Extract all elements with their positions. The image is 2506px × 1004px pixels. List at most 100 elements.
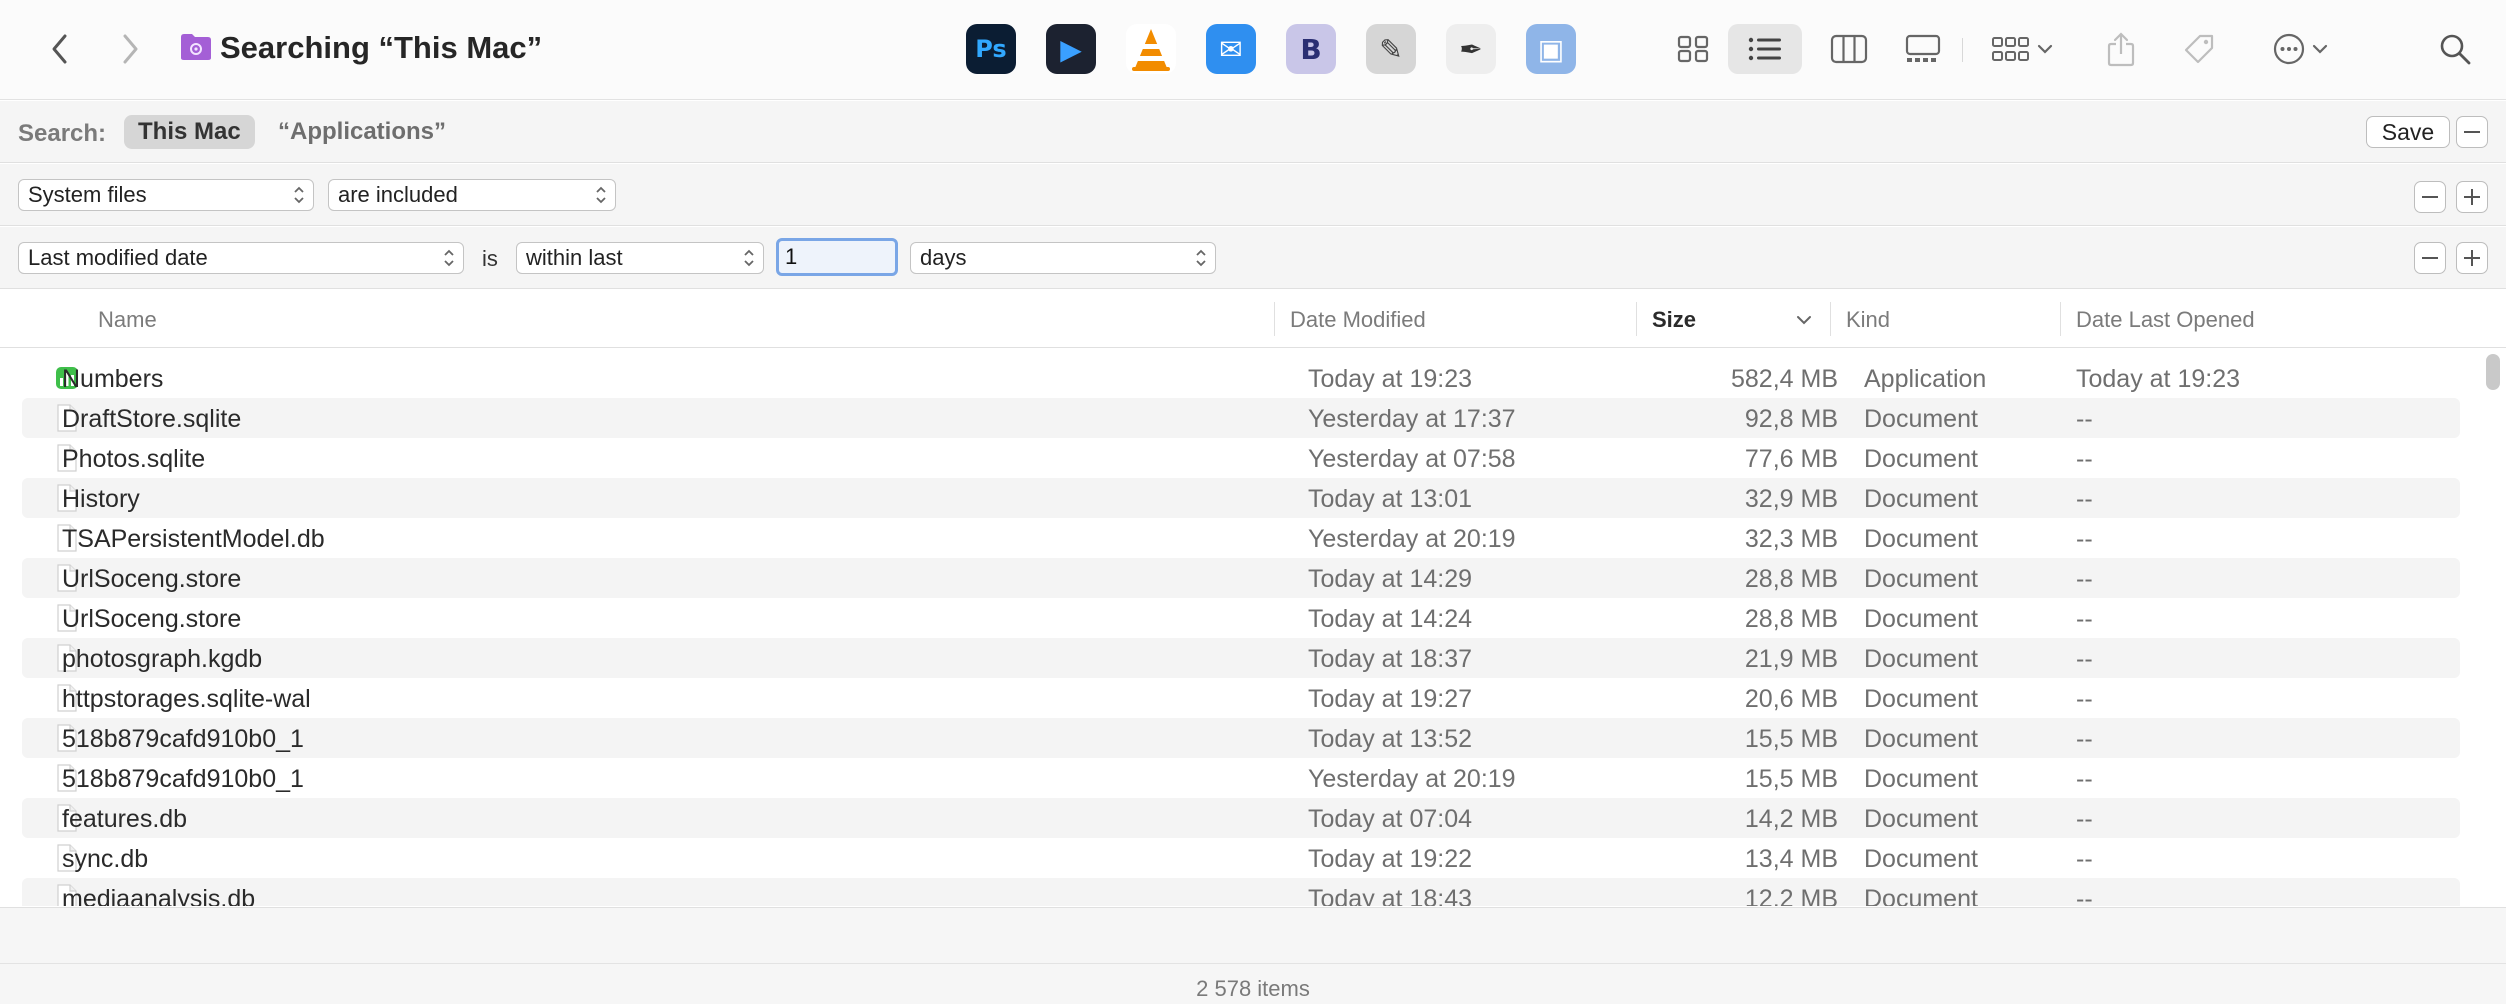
file-date-last-opened: -- [2076,645,2093,673]
group-by-button[interactable] [1984,24,2060,74]
grid-icon [1677,35,1709,63]
tag-button[interactable] [2174,24,2224,74]
criteria-row-system-files: System files are included [0,164,2506,226]
ellipsis-circle-icon [2273,33,2305,65]
file-date-last-opened: -- [2076,805,2093,833]
mail-icon[interactable]: ✉ [1206,24,1256,74]
add-criterion-button[interactable] [2456,242,2488,274]
file-size: 20,6 MB [1744,685,1838,713]
status-bar: 2 578 items [0,907,2506,1004]
remove-search-button[interactable] [2456,116,2488,148]
file-kind: Document [1864,605,1978,633]
minus-icon [2464,131,2480,133]
column-divider[interactable] [1830,302,1831,336]
list-view-button[interactable] [1728,24,1802,74]
file-row[interactable]: UrlSoceng.store Today at 14:29 28,8 MB Docu… [22,558,2460,598]
file-row[interactable]: 518b879cafd910b0_1 Today at 13:52 15,5 MB D… [22,718,2460,758]
remove-criterion-button[interactable] [2414,242,2446,274]
file-row[interactable]: Numbers Today at 19:23 582,4 MB Application… [22,358,2460,398]
file-date-modified: Yesterday at 20:19 [1308,765,1516,793]
file-date-last-opened: -- [2076,885,2093,906]
file-date-last-opened: -- [2076,565,2093,593]
column-date-modified[interactable]: Date Modified [1290,307,1426,333]
file-date-modified: Yesterday at 20:19 [1308,525,1516,553]
column-name[interactable]: Name [98,307,157,333]
search-label: Search: [18,120,107,147]
gallery-icon [1905,34,1941,62]
scope-applications[interactable]: “Applications” [264,115,460,149]
up-down-chevron-icon [596,186,606,204]
file-row[interactable]: photosgraph.kgdb Today at 18:37 21,9 MB Doc… [22,638,2460,678]
operator-value: within last [526,245,623,270]
file-row[interactable]: mediaanalysis.db Today at 18:43 12,2 MB Doc… [22,878,2460,906]
search-icon [2440,34,2471,65]
video-player-icon-glyph: ▶ [1060,32,1082,66]
column-view-button[interactable] [1824,24,1874,74]
file-row[interactable]: httpstorages.sqlite-wal Today at 19:27 20,… [22,678,2460,718]
pen-tool-icon-glyph: ✒ [1459,32,1483,66]
column-size[interactable]: Size [1652,307,1696,333]
attribute-popup[interactable]: System files [18,179,314,211]
back-button[interactable] [38,24,82,74]
file-kind: Document [1864,685,1978,713]
operator-popup[interactable]: within last [516,242,764,274]
minus-icon [2422,257,2438,259]
save-search-button[interactable]: Save [2366,116,2450,148]
file-kind: Document [1864,645,1978,673]
pen-tool-icon[interactable]: ✒ [1446,24,1496,74]
unit-popup[interactable]: days [910,242,1216,274]
file-name: sync.db [62,845,149,873]
file-size: 32,9 MB [1744,485,1838,513]
up-down-chevron-icon [444,249,454,267]
attribute-popup[interactable]: Last modified date [18,242,464,274]
column-kind[interactable]: Kind [1846,307,1890,333]
share-button[interactable] [2096,24,2146,74]
operator-popup[interactable]: are included [328,179,616,211]
file-row[interactable]: Photos.sqlite Yesterday at 07:58 77,6 MB Do… [22,438,2460,478]
file-size: 15,5 MB [1744,765,1838,793]
search-button[interactable] [2430,24,2480,74]
file-size: 13,4 MB [1744,845,1838,873]
add-criterion-button[interactable] [2456,181,2488,213]
file-size: 14,2 MB [1744,805,1838,833]
file-date-modified: Today at 19:22 [1308,845,1473,873]
plus-icon [2464,189,2480,205]
file-row[interactable]: DraftStore.sqlite Yesterday at 17:37 92,8 … [22,398,2460,438]
bbedit-icon[interactable]: B [1286,24,1336,74]
file-date-last-opened: -- [2076,685,2093,713]
file-name: mediaanalysis.db [62,885,256,906]
file-name: Numbers [62,365,164,393]
up-down-chevron-icon [744,249,754,267]
column-date-last-opened[interactable]: Date Last Opened [2076,307,2255,333]
icon-view-button[interactable] [1668,24,1718,74]
file-row[interactable]: sync.db Today at 19:22 13,4 MB Document -- [22,838,2460,878]
vertical-scrollbar[interactable] [2486,354,2500,390]
file-kind: Application [1864,365,1987,393]
forward-button[interactable] [108,24,152,74]
file-row[interactable]: TSAPersistentModel.db Yesterday at 20:19 3… [22,518,2460,558]
column-divider[interactable] [1636,302,1637,336]
remove-criterion-button[interactable] [2414,181,2446,213]
column-divider[interactable] [1274,302,1275,336]
file-row[interactable]: features.db Today at 07:04 14,2 MB Document… [22,798,2460,838]
file-row[interactable]: 518b879cafd910b0_1 Yesterday at 20:19 15,5… [22,758,2460,798]
list-icon [1748,37,1781,61]
more-actions-button[interactable] [2262,24,2338,74]
photoshop-icon[interactable]: Ps [966,24,1016,74]
gallery-view-button[interactable] [1898,24,1948,74]
tag-icon [2184,34,2214,64]
scope-this-mac[interactable]: This Mac [124,115,255,149]
days-value-input[interactable] [776,238,898,276]
file-row[interactable]: History Today at 13:01 32,9 MB Document -- [22,478,2460,518]
script-editor-icon[interactable]: ✎ [1366,24,1416,74]
column-divider[interactable] [2060,302,2061,336]
file-kind: Document [1864,445,1978,473]
vlc-icon[interactable] [1126,24,1176,74]
preview-icon[interactable]: ▣ [1526,24,1576,74]
file-size: 28,8 MB [1744,605,1838,633]
file-size: 32,3 MB [1744,525,1838,553]
video-player-icon[interactable]: ▶ [1046,24,1096,74]
file-row[interactable]: UrlSoceng.store Today at 14:24 28,8 MB Docu… [22,598,2460,638]
file-kind: Document [1864,805,1978,833]
file-name: photosgraph.kgdb [62,645,263,673]
